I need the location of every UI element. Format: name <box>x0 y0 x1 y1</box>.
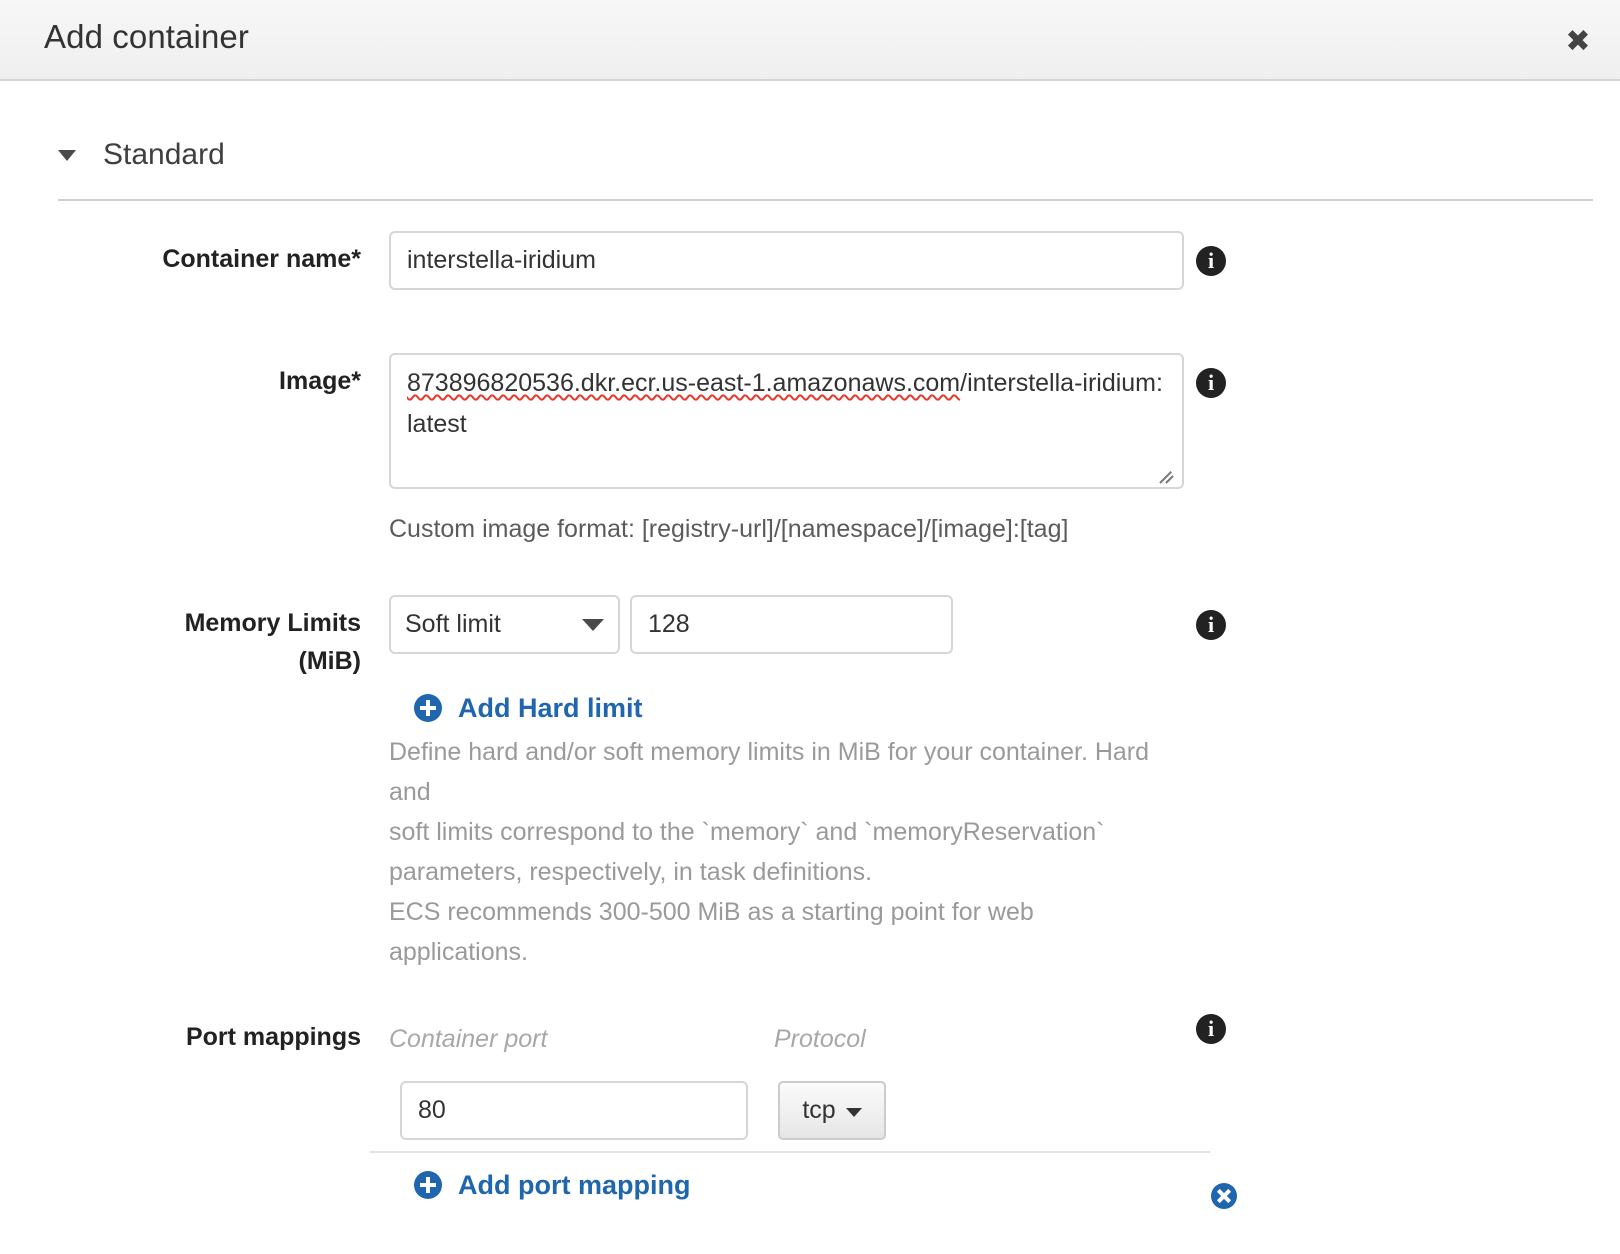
column-header-container-port: Container port <box>389 1025 548 1053</box>
memory-desc-line-4: ECS recommends 300-500 MiB as a starting… <box>389 898 1034 966</box>
textarea-resize-handle[interactable] <box>1159 467 1176 484</box>
memory-limits-label-line1: Memory Limits <box>184 609 361 637</box>
memory-limits-label-line2: (MiB) <box>298 647 361 675</box>
memory-limit-amount-input[interactable] <box>630 595 953 654</box>
add-hard-limit-label: Add Hard limit <box>458 693 643 723</box>
image-label: Image* <box>279 367 361 395</box>
container-port-input[interactable] <box>400 1081 748 1140</box>
memory-desc-line-1: Define hard and/or soft memory limits in… <box>389 738 1150 806</box>
chevron-down-icon <box>845 1107 862 1117</box>
port-row-divider <box>370 1151 1210 1153</box>
memory-limits-description: Define hard and/or soft memory limits in… <box>389 732 1179 972</box>
chevron-down-icon <box>582 618 604 631</box>
container-name-input[interactable] <box>389 231 1184 290</box>
image-value-misspelled: 873896820536.dkr.ecr.us-east-1.amazonaws… <box>407 369 961 397</box>
memory-limit-type-value: Soft limit <box>405 610 501 638</box>
modal-header: Add container ✖ <box>0 0 1620 81</box>
port-mappings-info-icon[interactable]: i <box>1196 1014 1226 1044</box>
image-input[interactable]: 873896820536.dkr.ecr.us-east-1.amazonaws… <box>389 353 1184 489</box>
add-hard-limit-link[interactable]: Add Hard limit <box>414 692 643 724</box>
container-name-info-icon[interactable]: i <box>1196 246 1226 276</box>
close-icon[interactable]: ✖ <box>1558 22 1598 62</box>
modal-title: Add container <box>44 18 249 55</box>
memory-limit-type-select[interactable]: Soft limit <box>389 595 620 654</box>
remove-circle-icon[interactable] <box>1211 1183 1237 1209</box>
memory-desc-line-3: parameters, respectively, in task defini… <box>389 858 873 886</box>
image-help-text: Custom image format: [registry-url]/[nam… <box>389 515 1069 543</box>
add-port-mapping-label: Add port mapping <box>458 1170 691 1200</box>
section-title: Standard <box>103 138 225 171</box>
plus-circle-icon <box>414 1171 442 1199</box>
column-header-protocol: Protocol <box>774 1025 866 1053</box>
memory-desc-line-2: soft limits correspond to the `memory` a… <box>389 818 1105 846</box>
memory-limits-info-icon[interactable]: i <box>1196 610 1226 640</box>
section-divider <box>58 199 1593 201</box>
plus-circle-icon <box>414 694 442 722</box>
section-header-standard[interactable]: Standard <box>58 138 225 172</box>
caret-down-icon[interactable] <box>58 149 76 161</box>
protocol-dropdown[interactable]: tcp <box>778 1081 886 1140</box>
port-mappings-label: Port mappings <box>185 1023 361 1051</box>
add-port-mapping-link[interactable]: Add port mapping <box>414 1169 690 1201</box>
image-info-icon[interactable]: i <box>1196 368 1226 398</box>
container-name-label: Container name* <box>162 245 361 273</box>
protocol-value: tcp <box>802 1096 836 1124</box>
